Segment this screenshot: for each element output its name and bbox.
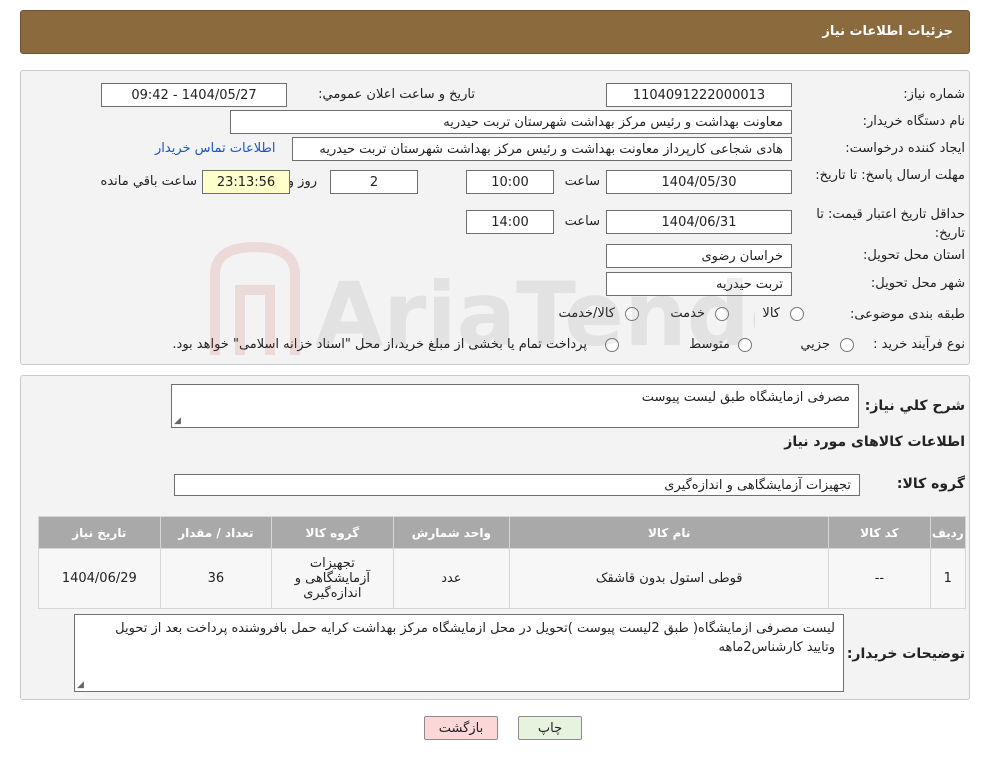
validity-time-field: 14:00 — [466, 210, 554, 234]
process-radio-medium[interactable] — [738, 338, 752, 352]
back-button[interactable]: بازگشت — [424, 716, 498, 740]
deadline-time-field: 10:00 — [466, 170, 554, 194]
process-option-minor: جزیي — [800, 337, 830, 352]
category-radio-service[interactable] — [715, 307, 729, 321]
validity-time-label: ساعت — [564, 214, 600, 229]
buyer-org-field: معاونت بهداشت و رئیس مرکز بهداشت شهرستان… — [230, 110, 792, 134]
deadline-date-field: 1404/05/30 — [606, 170, 792, 194]
buyer-notes-text: لیست مصرفی ازمایشگاه( طبق 2لیست پیوست )ت… — [115, 621, 835, 655]
validity-date-field: 1404/06/31 — [606, 210, 792, 234]
buyer-notes-textarea[interactable]: لیست مصرفی ازمایشگاه( طبق 2لیست پیوست )ت… — [74, 614, 844, 692]
process-radio-treasury[interactable] — [605, 338, 619, 352]
cell-unit: عدد — [392, 548, 511, 609]
category-option-service: خدمت — [670, 306, 705, 321]
process-label: نوع فرآیند خرید : — [873, 337, 965, 352]
cell-quantity: 36 — [159, 548, 273, 609]
page-title: جزئیات اطلاعات نیاز — [822, 24, 953, 39]
deadline-label: مهلت ارسال پاسخ: تا تاریخ: — [815, 168, 965, 183]
summary-text: مصرفی ازمایشگاه طبق لیست پیوست — [641, 390, 850, 405]
goods-table: رديف کد کالا نام کالا واحد شمارش گروه کا… — [38, 516, 967, 609]
group-label: گروه کالا: — [896, 476, 965, 492]
group-field: تجهیزات آزمایشگاهی و اندازه‌گیری — [174, 474, 860, 496]
deadline-time-label: ساعت — [564, 174, 600, 189]
summary-label: شرح كلي نياز: — [864, 398, 965, 414]
cell-name: قوطی استول بدون قاشقک — [509, 548, 830, 609]
cell-group: تجهیزات آزمایشگاهی و اندازه‌گیری — [271, 548, 394, 609]
announce-date-field: 1404/05/27 - 09:42 — [101, 83, 287, 107]
col-code: کد کالا — [828, 516, 931, 549]
buyer-notes-label: توضیحات خریدار: — [846, 646, 965, 662]
process-note: پرداخت تمام یا بخشی از مبلغ خرید،از محل … — [172, 337, 587, 352]
col-row: رديف — [929, 516, 967, 549]
process-option-medium: متوسط — [689, 337, 730, 352]
process-radio-minor[interactable] — [840, 338, 854, 352]
category-option-goods-service: کالا/خدمت — [558, 306, 615, 321]
summary-textarea[interactable]: مصرفی ازمایشگاه طبق لیست پیوست — [171, 384, 859, 428]
goods-heading: اطلاعات کالاهای مورد نیاز — [784, 434, 965, 450]
remaining-time-field: 23:13:56 — [202, 170, 290, 194]
need-number-label: شماره نیاز: — [903, 87, 965, 102]
category-radio-goods-service[interactable] — [625, 307, 639, 321]
category-radio-goods[interactable] — [790, 307, 804, 321]
category-label: طبقه بندی موضوعی: — [849, 307, 965, 322]
announce-date-label: تاریخ و ساعت اعلان عمومي: — [318, 87, 475, 102]
category-option-goods: کالا — [762, 306, 780, 321]
col-name: نام کالا — [509, 516, 830, 549]
print-button[interactable]: چاپ — [518, 716, 582, 740]
col-need-date: تاریخ نیاز — [38, 516, 161, 549]
creator-label: ایجاد کننده درخواست: — [845, 141, 965, 156]
buyer-contact-link[interactable]: اطلاعات تماس خريدار — [155, 141, 275, 156]
cell-need-date: 1404/06/29 — [38, 548, 161, 609]
need-number-field: 1104091222000013 — [606, 83, 792, 107]
buyer-org-label: نام دستگاه خريدار: — [862, 114, 965, 129]
resize-handle-icon[interactable]: ◢ — [174, 417, 182, 426]
validity-label: حداقل تاريخ اعتبار قيمت: تا تاریخ: — [816, 207, 965, 241]
resize-handle-icon[interactable]: ◢ — [77, 681, 85, 690]
page-header: جزئیات اطلاعات نیاز — [20, 10, 970, 54]
cell-code: -- — [828, 548, 931, 609]
remaining-time-label: ساعت باقي مانده — [100, 174, 197, 189]
city-field: تربت حیدریه — [606, 272, 792, 296]
col-quantity: تعداد / مقدار — [159, 516, 273, 549]
days-label: روز و — [287, 174, 317, 189]
cell-row: 1 — [929, 548, 967, 609]
province-field: خراسان رضوی — [606, 244, 792, 268]
goods-table-header: رديف کد کالا نام کالا واحد شمارش گروه کا… — [38, 516, 967, 549]
col-group: گروه کالا — [271, 516, 394, 549]
creator-field: هادی شجاعی کارپرداز معاونت بهداشت و رئیس… — [292, 137, 792, 161]
col-unit: واحد شمارش — [392, 516, 511, 549]
province-label: استان محل تحویل: — [863, 248, 965, 263]
table-row: 1 -- قوطی استول بدون قاشقک عدد تجهیزات آ… — [38, 548, 967, 609]
days-field: 2 — [330, 170, 418, 194]
city-label: شهر محل تحویل: — [870, 276, 965, 291]
